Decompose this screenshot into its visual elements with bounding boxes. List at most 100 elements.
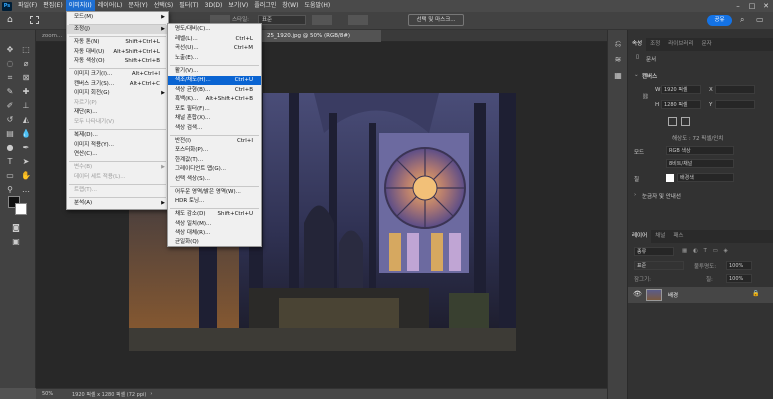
crop-icon[interactable]: ⌗ — [4, 72, 16, 83]
x-field[interactable] — [715, 85, 755, 94]
swatches-icon[interactable]: ▦ — [612, 70, 624, 81]
history-brush-icon[interactable]: ↺ — [4, 114, 16, 125]
menu-item-duplicate[interactable]: 복제(D)... — [67, 131, 168, 140]
tab-properties[interactable]: 속성 — [628, 38, 647, 51]
menu-item-desaturate[interactable]: 채도 감소(D) Shift+Ctrl+U — [168, 210, 261, 219]
layer-fill-field[interactable]: 100% — [726, 274, 752, 283]
bit-depth-select[interactable]: 8비트/채널 — [666, 159, 734, 168]
menu-item-gradient-map[interactable]: 그레이디언트 맵(G)... — [168, 165, 261, 174]
more-tools-icon[interactable]: … — [20, 184, 32, 195]
menu-item-invert[interactable]: 반전(I) Ctrl+I — [168, 137, 261, 146]
screen-mode-icon[interactable]: ▣ — [10, 236, 22, 247]
canvas-collapse-icon[interactable]: ⌄ — [634, 72, 639, 78]
height-field[interactable] — [348, 15, 368, 25]
gradient-icon[interactable]: ▤ — [4, 128, 16, 139]
quick-select-icon[interactable]: ⌀ — [20, 58, 32, 69]
tab-paths[interactable]: 패스 — [669, 230, 687, 243]
menu-item-hdr-toning[interactable]: HDR 토닝... — [168, 197, 261, 206]
healing-brush-icon[interactable]: ✚ — [20, 86, 32, 97]
menu-item-crop[interactable]: 자르기(P) — [67, 99, 168, 108]
menu-item-equalize[interactable]: 균일화(Q) — [168, 238, 261, 247]
filter-icons[interactable]: ▦ ◐ T ▭ ◈ — [682, 248, 730, 254]
menu-item-image-size[interactable]: 이미지 크기(I)... Alt+Ctrl+I — [67, 70, 168, 79]
marquee-icon[interactable]: ⬚ — [20, 44, 32, 55]
menu-item-auto-color[interactable]: 자동 색상(O) Shift+Ctrl+B — [67, 57, 168, 66]
width-field[interactable]: 1920 픽셀 — [661, 85, 701, 94]
rulers-expand-icon[interactable]: › — [634, 192, 636, 198]
layer-kind-filter[interactable]: 종류 — [634, 247, 674, 256]
tab-channels[interactable]: 채널 — [651, 230, 669, 243]
marquee-tool-icon[interactable] — [30, 16, 39, 24]
path-select-icon[interactable]: ➤ — [20, 156, 32, 167]
visibility-eye-icon[interactable]: 👁 — [633, 290, 642, 298]
menu-file[interactable]: 파일(F) — [15, 0, 40, 12]
opacity-field[interactable]: 100% — [726, 261, 752, 270]
menu-item-auto-tone[interactable]: 자동 톤(N) Shift+Ctrl+L — [67, 38, 168, 47]
type-tool-icon[interactable]: T — [4, 156, 16, 167]
move-tool-icon[interactable]: ✥ — [4, 44, 16, 55]
close-icon[interactable]: ✕ — [759, 0, 773, 12]
stamp-icon[interactable]: ⊥ — [20, 100, 32, 111]
menu-item-selective-color[interactable]: 선택 색상(S)... — [168, 175, 261, 184]
y-field[interactable] — [715, 100, 755, 109]
menu-item-apply-data-set[interactable]: 데이터 세트 적용(L)... — [67, 173, 168, 182]
hand-icon[interactable]: ✋ — [20, 170, 32, 181]
menu-item-trim[interactable]: 재단(R)... — [67, 108, 168, 117]
menu-3d[interactable]: 3D(D) — [202, 0, 226, 12]
zoom-icon[interactable]: ⚲ — [4, 184, 16, 195]
workspace-icon[interactable]: ▭ — [756, 15, 764, 24]
home-icon[interactable]: ⌂ — [7, 15, 13, 25]
frame-icon[interactable]: ⊠ — [20, 72, 32, 83]
menu-item-color-lookup[interactable]: 색상 검색... — [168, 124, 261, 133]
landscape-icon[interactable] — [681, 117, 690, 126]
tab-adjustments[interactable]: 조정 — [646, 38, 664, 51]
menu-item-hue-saturation[interactable]: 색조/채도(H)... Ctrl+U — [168, 76, 261, 86]
tab-libraries[interactable]: 라이브러리 — [664, 38, 697, 51]
zoom-level[interactable]: 50% — [42, 391, 64, 397]
menu-item-image-rotation[interactable]: 이미지 회전(G) ▶ — [67, 89, 168, 98]
menu-filter[interactable]: 필터(T) — [176, 0, 201, 12]
menu-item-calculations[interactable]: 연산(C)... — [67, 150, 168, 159]
mode-select[interactable]: RGB 색상 — [666, 146, 734, 155]
brush-icon[interactable]: ✐ — [4, 100, 16, 111]
style-select[interactable]: 표준 — [258, 15, 306, 25]
link-icon[interactable]: ⛓ — [642, 94, 649, 100]
menu-view[interactable]: 보기(V) — [225, 0, 251, 12]
brush-settings-icon[interactable]: ≋ — [612, 54, 624, 65]
search-icon[interactable]: ⌕ — [740, 15, 744, 25]
fill-swatch[interactable] — [666, 174, 674, 182]
layer-row-background[interactable]: 👁 배경 🔒 — [628, 287, 773, 303]
menu-item-match-color[interactable]: 색상 일치(M)... — [168, 220, 261, 229]
menu-item-variables[interactable]: 변수(B) ▶ — [67, 163, 168, 172]
menu-item-trap[interactable]: 트랩(T)... — [67, 186, 168, 195]
menu-help[interactable]: 도움말(H) — [301, 0, 333, 12]
menu-item-auto-contrast[interactable]: 자동 대비(U) Alt+Shift+Ctrl+L — [67, 48, 168, 57]
menu-item-mode[interactable]: 모드(M) ▶ — [67, 13, 168, 22]
doc-tab-active[interactable]: 25_1920.jpg @ 50% (RGB/8#) — [261, 30, 381, 42]
quick-mask-icon[interactable]: ◙ — [10, 222, 22, 233]
menu-item-levels[interactable]: 레벨(L)... Ctrl+L — [168, 35, 261, 44]
menu-item-color-balance[interactable]: 색상 균형(B)... Ctrl+B — [168, 86, 261, 95]
fill-select[interactable]: 배경색 — [677, 173, 734, 182]
menu-item-analysis[interactable]: 분석(A) ▶ — [67, 199, 168, 208]
width-field[interactable] — [312, 15, 332, 25]
menu-item-curves[interactable]: 곡선(U)... Ctrl+M — [168, 44, 261, 53]
menu-item-canvas-size[interactable]: 캔버스 크기(S)... Alt+Ctrl+C — [67, 80, 168, 89]
menu-item-threshold[interactable]: 한계값(T)... — [168, 156, 261, 165]
menu-edit[interactable]: 편집(E) — [40, 0, 66, 12]
shape-icon[interactable]: ▭ — [4, 170, 16, 181]
lasso-icon[interactable]: ◌ — [4, 58, 16, 69]
menu-item-reveal-all[interactable]: 모두 나타내기(V) — [67, 118, 168, 127]
pen-icon[interactable]: ✒ — [20, 142, 32, 153]
info-arrow-icon[interactable]: › — [150, 391, 152, 397]
share-button[interactable]: 공유 — [707, 15, 732, 26]
menu-item-apply-image[interactable]: 이미지 적용(Y)... — [67, 141, 168, 150]
menu-item-replace-color[interactable]: 색상 대체(R)... — [168, 229, 261, 238]
menu-item-brightness-contrast[interactable]: 명도/대비(C)... — [168, 25, 261, 34]
height-field[interactable]: 1280 픽셀 — [661, 100, 701, 109]
menu-item-posterize[interactable]: 포스터화(P)... — [168, 146, 261, 155]
maximize-icon[interactable]: □ — [745, 0, 759, 12]
tab-character[interactable]: 문자 — [698, 38, 716, 51]
menu-item-vibrance[interactable]: 활기(V)... — [168, 67, 261, 76]
portrait-icon[interactable] — [668, 117, 677, 126]
